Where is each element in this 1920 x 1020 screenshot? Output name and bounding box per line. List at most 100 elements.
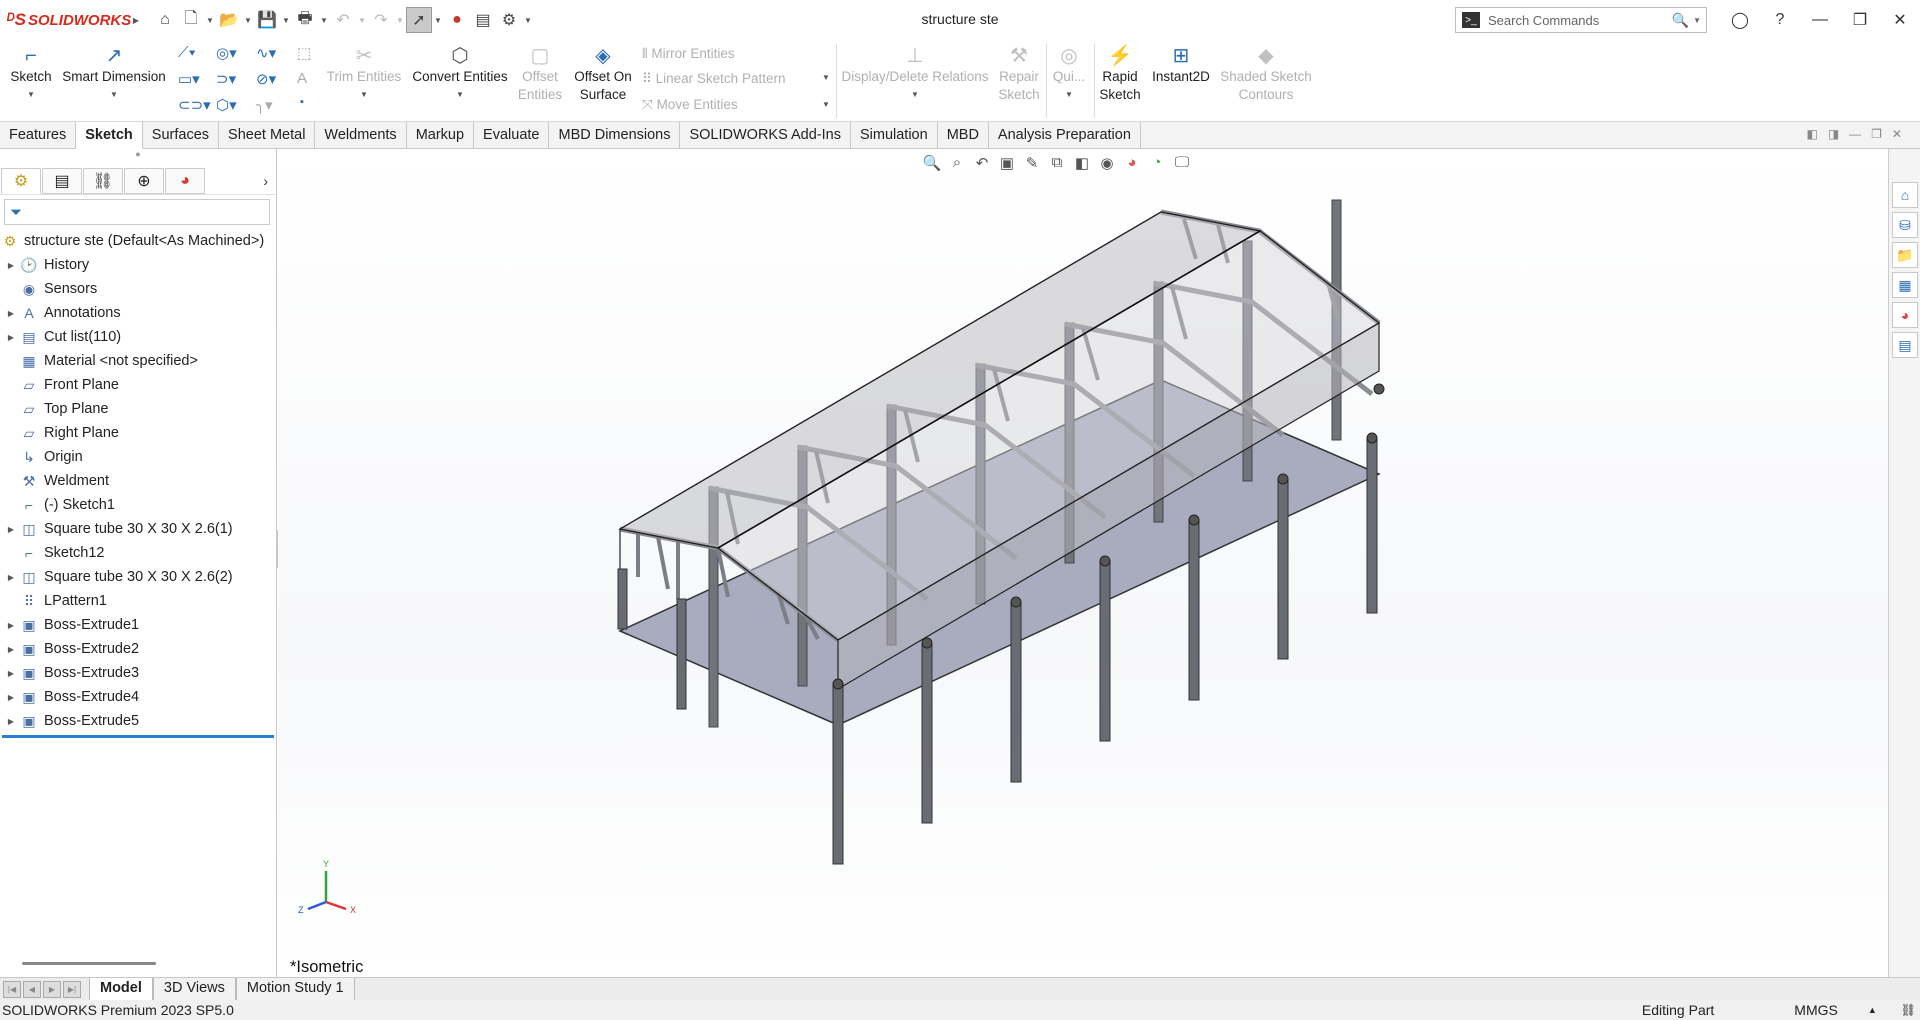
custom-properties-icon[interactable]: ▤ bbox=[1892, 332, 1918, 358]
expand-arrow-icon[interactable]: ▶ bbox=[4, 693, 18, 702]
tab-simulation[interactable]: Simulation bbox=[851, 122, 938, 149]
home-icon[interactable]: ⌂ bbox=[152, 7, 178, 33]
display-delete-relations-button[interactable]: ⊥ Display/Delete Relations ▼ bbox=[840, 44, 990, 104]
expand-arrow-icon[interactable]: ▶ bbox=[4, 717, 18, 726]
select-cursor-icon[interactable]: ➚ bbox=[406, 7, 432, 33]
quick-snaps-button[interactable]: ◎ Qui... ▼ bbox=[1050, 44, 1088, 104]
slot-icon[interactable]: ⊂⊃▾ bbox=[178, 96, 211, 114]
spline-icon[interactable]: ∿▾ bbox=[256, 44, 276, 62]
rebuild-traffic-light-icon[interactable]: ● bbox=[444, 7, 470, 33]
save-icon[interactable]: 💾 bbox=[254, 7, 280, 33]
open-folder-icon[interactable]: 📂 bbox=[216, 7, 242, 33]
polygon-icon[interactable]: ⊘▾ bbox=[256, 70, 276, 88]
dropdown-icon[interactable]: ▼ bbox=[410, 86, 510, 104]
print-dropdown-icon[interactable]: ▼ bbox=[318, 16, 330, 25]
linear-sketch-pattern-button[interactable]: ⠿ Linear Sketch Pattern bbox=[642, 71, 785, 87]
dropdown-icon[interactable]: ▼ bbox=[8, 86, 54, 104]
redo-icon[interactable]: ↷ bbox=[368, 7, 394, 33]
tree-item[interactable]: ▶ ▣ Boss-Extrude5 bbox=[0, 709, 276, 733]
dropdown-icon[interactable]: ▼ bbox=[322, 86, 406, 104]
units-arrow-icon[interactable]: ▲ bbox=[1868, 1005, 1877, 1015]
undo-dropdown-icon[interactable]: ▼ bbox=[356, 16, 368, 25]
mirror-entities-button[interactable]: ⫴ Mirror Entities bbox=[642, 46, 735, 62]
restore-icon[interactable]: ❐ bbox=[1840, 10, 1880, 30]
tree-item[interactable]: ▶ ▣ Boss-Extrude2 bbox=[0, 637, 276, 661]
tree-item[interactable]: ⌐ (-) Sketch1 bbox=[0, 493, 276, 517]
dropdown-icon[interactable]: ▼ bbox=[58, 86, 170, 104]
tree-item[interactable]: ◉ Sensors bbox=[0, 277, 276, 301]
tree-item[interactable]: ▶ ▤ Cut list(110) bbox=[0, 325, 276, 349]
construction-geometry-icon[interactable]: ⬚ bbox=[297, 44, 311, 62]
tab-sheet-metal[interactable]: Sheet Metal bbox=[219, 122, 316, 149]
options-gear-icon[interactable]: ⚙ bbox=[496, 7, 522, 33]
user-account-icon[interactable]: ◯ bbox=[1720, 10, 1760, 30]
close-icon[interactable]: ✕ bbox=[1880, 10, 1920, 30]
tree-item[interactable]: ▶ ◫ Square tube 30 X 30 X 2.6(2) bbox=[0, 565, 276, 589]
solidworks-resources-icon[interactable]: ⌂ bbox=[1892, 182, 1918, 208]
tab-weldments[interactable]: Weldments bbox=[315, 122, 407, 149]
help-icon[interactable]: ? bbox=[1760, 11, 1800, 29]
rapid-sketch-button[interactable]: ⚡ Rapid Sketch bbox=[1098, 44, 1142, 104]
tree-item[interactable]: ▱ Top Plane bbox=[0, 397, 276, 421]
dimxpert-manager-tab-icon[interactable]: ⊕ bbox=[124, 167, 164, 194]
tab-3d-views[interactable]: 3D Views bbox=[152, 978, 236, 1000]
pattern-dropdown-icon[interactable]: ▼ bbox=[822, 73, 830, 82]
prev-tab-icon[interactable]: ◀ bbox=[23, 980, 41, 998]
appearances-scenes-icon[interactable]: ◕ bbox=[1892, 302, 1918, 328]
tree-item[interactable]: ▶ A Annotations bbox=[0, 301, 276, 325]
file-properties-icon[interactable]: ▤ bbox=[470, 7, 496, 33]
unit-system-text[interactable]: MMGS bbox=[1794, 1002, 1838, 1018]
first-tab-icon[interactable]: |◀ bbox=[3, 980, 21, 998]
expand-arrow-icon[interactable]: ▶ bbox=[4, 333, 18, 342]
search-commands-box[interactable]: >_ Search Commands 🔍 ▼ bbox=[1455, 7, 1707, 33]
tree-item[interactable]: ▶ ▣ Boss-Extrude1 bbox=[0, 613, 276, 637]
expand-arrow-icon[interactable]: ▶ bbox=[4, 309, 18, 318]
move-entities-button[interactable]: ⤧ Move Entities bbox=[642, 97, 738, 113]
tree-item[interactable]: ▶ ◫ Square tube 30 X 30 X 2.6(1) bbox=[0, 517, 276, 541]
expand-arrow-icon[interactable]: ▶ bbox=[4, 645, 18, 654]
move-dropdown-icon[interactable]: ▼ bbox=[822, 100, 830, 109]
tree-item[interactable]: ▶ ▣ Boss-Extrude4 bbox=[0, 685, 276, 709]
file-explorer-icon[interactable]: 📁 bbox=[1892, 242, 1918, 268]
graphics-area[interactable]: 🔍 ⌕ ↶ ▣ ✎ ⧉ ◧ ◉ ◕ ◔ 🖵 Y X Z *Isometric bbox=[278, 149, 1888, 977]
line-icon[interactable]: ⟋▾ bbox=[178, 44, 196, 61]
panel-expand-icon[interactable]: › bbox=[263, 173, 268, 189]
new-document-icon[interactable]: 🗋 bbox=[178, 7, 204, 33]
property-manager-tab-icon[interactable]: ▤ bbox=[42, 167, 82, 194]
offset-on-surface-button[interactable]: ◈ Offset On Surface bbox=[570, 44, 636, 104]
options-dropdown-icon[interactable]: ▼ bbox=[522, 16, 534, 25]
tab-markup[interactable]: Markup bbox=[407, 122, 475, 149]
save-dropdown-icon[interactable]: ▼ bbox=[280, 16, 292, 25]
tab-evaluate[interactable]: Evaluate bbox=[474, 122, 550, 149]
tree-item[interactable]: ▶ 🕑 History bbox=[0, 253, 276, 277]
circle-icon[interactable]: ◎▾ bbox=[216, 44, 237, 62]
sketch-button[interactable]: ⌐ Sketch ▼ bbox=[8, 44, 54, 104]
tree-item[interactable]: ⚒ Weldment bbox=[0, 469, 276, 493]
model-structure-3d[interactable] bbox=[278, 149, 1888, 977]
expand-arrow-icon[interactable]: ▶ bbox=[4, 573, 18, 582]
rollback-bar[interactable] bbox=[2, 735, 274, 738]
new-dropdown-icon[interactable]: ▼ bbox=[204, 16, 216, 25]
smart-dimension-button[interactable]: ↗ Smart Dimension ▼ bbox=[58, 44, 170, 104]
tab-motion-study-1[interactable]: Motion Study 1 bbox=[235, 978, 355, 1000]
text-icon[interactable]: A bbox=[297, 70, 307, 87]
open-dropdown-icon[interactable]: ▼ bbox=[242, 16, 254, 25]
menu-expand-icon[interactable]: ▶ bbox=[130, 16, 142, 25]
print-icon[interactable]: 🖶 bbox=[292, 7, 318, 33]
dropdown-icon[interactable]: ▼ bbox=[840, 86, 990, 104]
rectangle-icon[interactable]: ▭▾ bbox=[178, 70, 200, 88]
minimize-icon[interactable]: — bbox=[1800, 11, 1840, 29]
expand-arrow-icon[interactable]: ▶ bbox=[4, 621, 18, 630]
design-library-icon[interactable]: ⛁ bbox=[1892, 212, 1918, 238]
tab-mbd[interactable]: MBD bbox=[938, 122, 989, 149]
shaded-sketch-contours-button[interactable]: ◆ Shaded Sketch Contours bbox=[1218, 44, 1314, 104]
expand-arrow-icon[interactable]: ▶ bbox=[4, 261, 18, 270]
polygon-hex-icon[interactable]: ⬡▾ bbox=[216, 96, 237, 114]
view-palette-icon[interactable]: ▦ bbox=[1892, 272, 1918, 298]
dropdown-icon[interactable]: ▼ bbox=[1050, 86, 1088, 104]
convert-entities-button[interactable]: ⬡ Convert Entities ▼ bbox=[410, 44, 510, 104]
tab-analysis-preparation[interactable]: Analysis Preparation bbox=[989, 122, 1141, 149]
tree-item[interactable]: ↳ Origin bbox=[0, 445, 276, 469]
search-icon[interactable]: 🔍 bbox=[1672, 12, 1689, 29]
search-dropdown-icon[interactable]: ▼ bbox=[1693, 16, 1701, 25]
